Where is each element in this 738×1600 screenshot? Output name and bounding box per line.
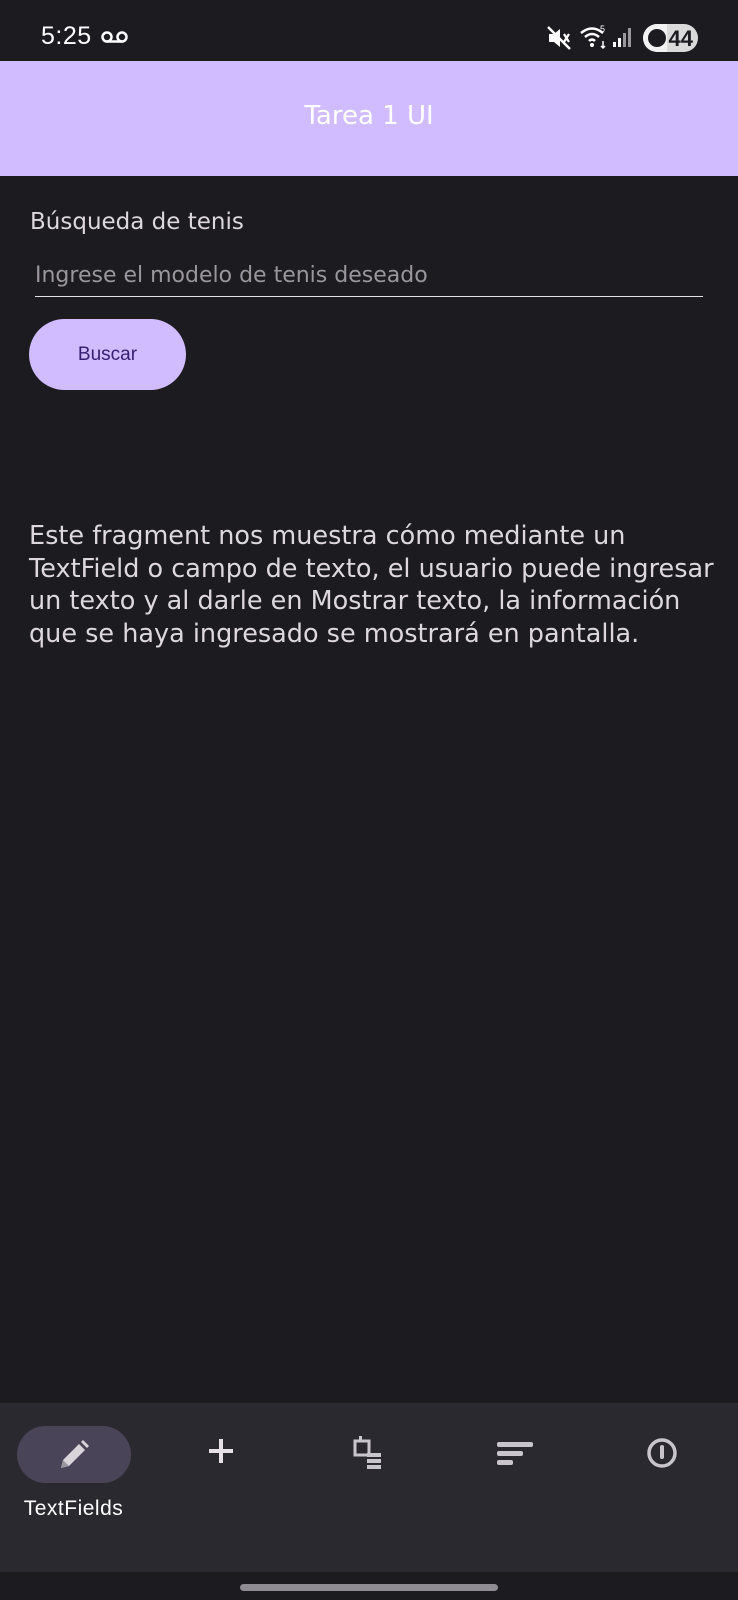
nav-item-add[interactable]	[147, 1403, 294, 1572]
pencil-icon	[61, 1440, 89, 1468]
nav-label-textfields: TextFields	[23, 1497, 124, 1520]
search-input-placeholder: Ingrese el modelo de tenis deseado	[35, 263, 428, 288]
nav-item-sort[interactable]	[441, 1403, 588, 1572]
list-check-icon	[353, 1436, 381, 1469]
power-icon	[647, 1438, 677, 1468]
app-bar: Tarea 1 UI	[0, 61, 738, 176]
bottom-navigation: TextFields	[0, 1403, 738, 1572]
app-title: Tarea 1 UI	[304, 101, 434, 131]
search-button[interactable]: Buscar	[29, 319, 186, 390]
wifi-icon: 5	[580, 24, 606, 50]
status-time: 5:25	[41, 22, 92, 50]
mute-icon	[547, 26, 571, 50]
leaf-icon	[648, 29, 666, 47]
app-screen: 5:25 5 44 Tarea 1 UI Búsqueda de tenis I…	[0, 0, 738, 1600]
signal-icon	[613, 28, 631, 47]
gesture-handle[interactable]	[240, 1584, 498, 1591]
search-section-label: Búsqueda de tenis	[30, 209, 244, 235]
voicemail-icon	[101, 31, 128, 43]
battery-level: 44	[668, 26, 693, 51]
search-button-label: Buscar	[77, 344, 138, 365]
status-bar: 5:25 5 44	[0, 0, 738, 61]
battery-icon: 44	[643, 24, 698, 52]
nav-item-power[interactable]	[588, 1403, 735, 1572]
description-text: Este fragment nos muestra cómo mediante …	[29, 521, 714, 649]
nav-item-checklist[interactable]	[294, 1403, 441, 1572]
sort-icon	[497, 1442, 533, 1465]
search-input[interactable]: Ingrese el modelo de tenis deseado	[35, 255, 703, 297]
plus-icon	[209, 1439, 233, 1463]
nav-item-textfields[interactable]: TextFields	[0, 1403, 147, 1572]
svg-text:5: 5	[600, 24, 605, 34]
